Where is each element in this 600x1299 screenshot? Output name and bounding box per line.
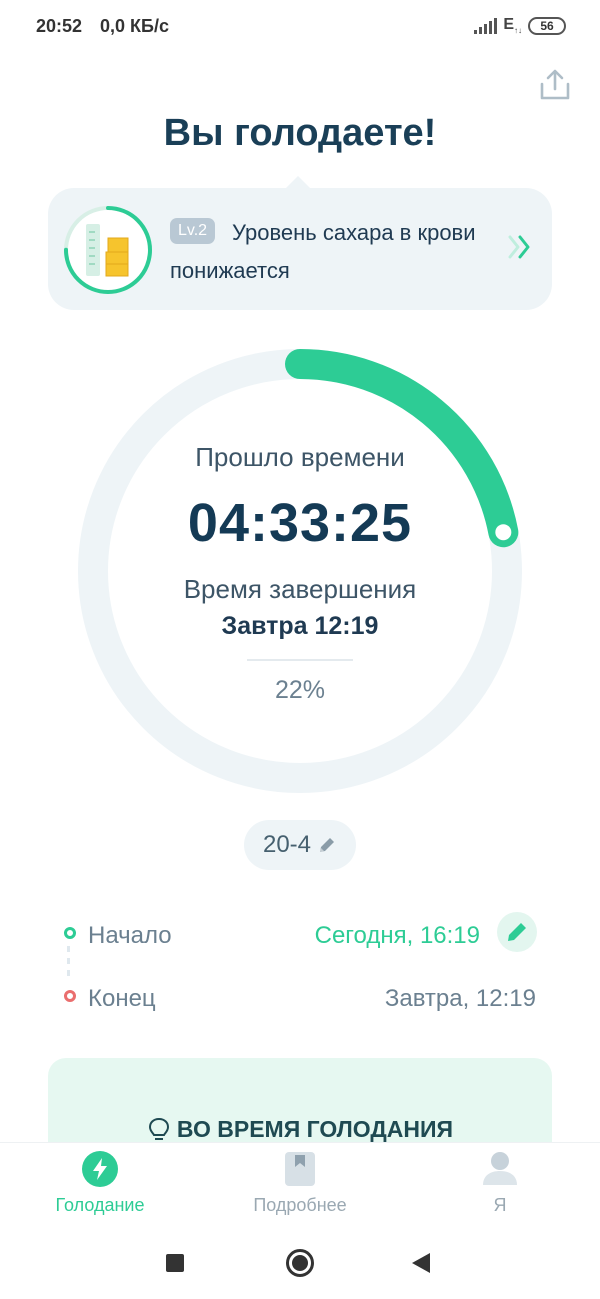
nav-label-fasting: Голодание (55, 1195, 145, 1215)
system-navigation-bar (0, 1228, 600, 1299)
nav-label-details: Подробнее (253, 1195, 347, 1215)
end-value: Завтра, 12:19 (384, 985, 536, 1012)
end-dot-icon (64, 990, 76, 1002)
lightbulb-icon (148, 1117, 169, 1140)
start-value[interactable]: Сегодня, 16:19 (315, 922, 480, 950)
fasting-plan-label: 20-4 (262, 831, 312, 858)
signal-icon (474, 18, 498, 34)
nav-item-details[interactable]: Подробнее (200, 1143, 400, 1229)
end-row: Конец Завтра, 12:19 (60, 977, 540, 1017)
home-circle-icon[interactable] (286, 1249, 314, 1277)
battery-icon: 56 (528, 17, 566, 35)
divider (247, 659, 353, 661)
page-title: Вы голодаете! (163, 112, 437, 154)
bottom-navigation: Голодание Подробнее Я (0, 1142, 600, 1228)
nav-label-profile: Я (493, 1195, 507, 1215)
pencil-icon (508, 923, 526, 941)
level-description: Уровень сахара в крови понижается (170, 220, 476, 283)
end-time-value: Завтра 12:19 (221, 612, 379, 640)
nav-item-fasting[interactable]: Голодание (0, 1143, 200, 1229)
end-label: Конец (88, 985, 156, 1012)
pencil-icon (320, 838, 335, 852)
elapsed-label: Прошло времени (195, 442, 405, 472)
status-time: 20:52 (36, 16, 83, 36)
network-type: E↑↓ (503, 16, 522, 36)
start-label: Начало (88, 922, 172, 949)
double-chevron-right-icon[interactable] (506, 232, 536, 262)
start-row: Начало Сегодня, 16:19 (60, 914, 540, 954)
start-dot-icon (64, 927, 76, 939)
fasting-plan-button[interactable]: 20-4 (244, 820, 356, 870)
user-icon (483, 1152, 517, 1185)
square-icon[interactable] (166, 1254, 184, 1272)
nav-item-profile[interactable]: Я (400, 1143, 600, 1229)
edit-start-button[interactable] (497, 912, 537, 952)
elapsed-time: 04:33:25 (187, 493, 413, 553)
fasting-stage-card[interactable]: Lv.2 Уровень сахара в крови понижается (48, 176, 552, 310)
end-time-label: Время завершения (183, 574, 417, 604)
bookmark-icon (285, 1152, 315, 1186)
fasting-progress-ring (78, 349, 522, 793)
lightning-icon (82, 1151, 118, 1187)
share-icon[interactable] (538, 68, 572, 102)
status-indicators: E↑↓ 56 (474, 14, 566, 38)
status-network-speed: 0,0 КБ/с (100, 16, 169, 36)
tips-title-text: ВО ВРЕМЯ ГОЛОДАНИЯ (176, 1116, 454, 1142)
blood-sugar-icon (62, 204, 154, 296)
back-triangle-icon[interactable] (412, 1253, 430, 1273)
tips-title: ВО ВРЕМЯ ГОЛОДАНИЯ (48, 1116, 552, 1143)
status-bar: 20:52 0,0 КБ/с E↑↓ 56 (0, 0, 600, 52)
progress-percent: 22% (274, 676, 326, 704)
